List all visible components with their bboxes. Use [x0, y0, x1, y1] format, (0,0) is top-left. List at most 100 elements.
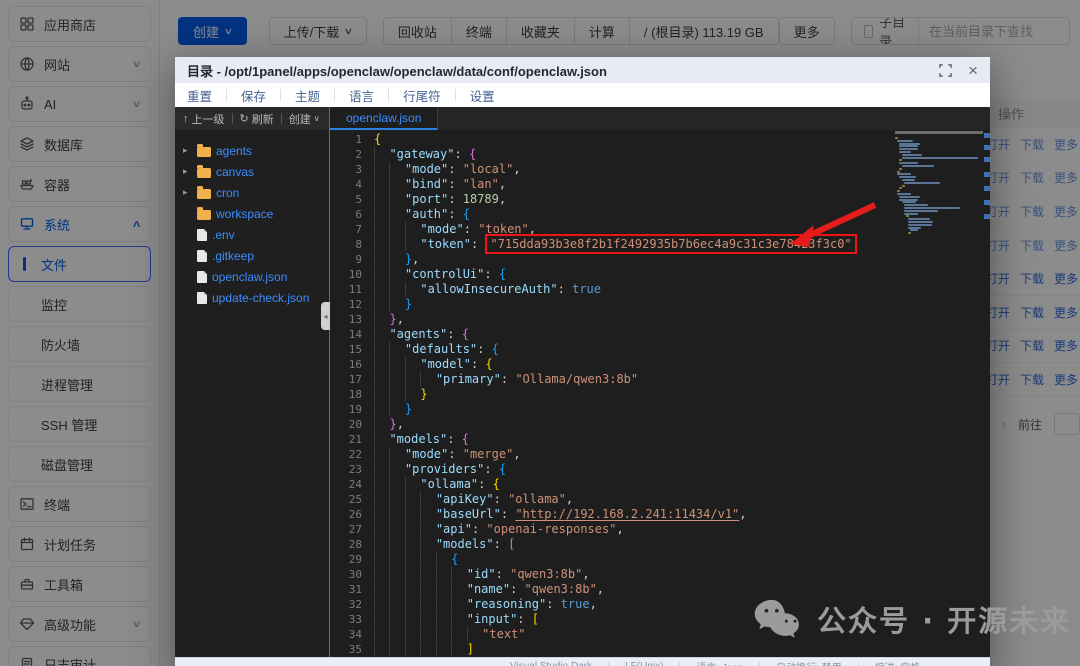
- line-number: 5: [355, 193, 362, 206]
- modal-title: 目录 - /opt/1panel/apps/openclaw/openclaw/…: [187, 63, 607, 79]
- arrow-up-icon: ↑: [183, 112, 189, 125]
- code-line: 14 "agents": {: [330, 327, 990, 342]
- status-item-4: 缩进: 空格: [875, 659, 921, 666]
- line-number: 34: [348, 628, 362, 641]
- editor-toolbar: 重置 保存 主题 语言 行尾符 设置: [175, 83, 990, 107]
- code-line: 19 }: [330, 402, 990, 417]
- line-number: 31: [348, 583, 362, 596]
- line-number: 22: [348, 448, 362, 461]
- editor-toolbar-3[interactable]: 语言: [349, 86, 374, 105]
- line-number: 6: [355, 208, 362, 221]
- tree-item-agents[interactable]: ▸ agents: [175, 140, 329, 161]
- code-line: 5 "port": 18789,: [330, 192, 990, 207]
- tree-item-.env[interactable]: .env: [175, 224, 329, 245]
- minimap[interactable]: [895, 131, 983, 235]
- line-number: 26: [348, 508, 362, 521]
- line-number: 13: [348, 313, 362, 326]
- status-item-1: LF(Unix): [625, 661, 663, 666]
- code-line: 25 "apiKey": "ollama",: [330, 492, 990, 507]
- expand-arrow-icon[interactable]: ▸: [183, 166, 192, 177]
- code-line: 31 "name": "qwen3:8b",: [330, 582, 990, 597]
- tree-item-cron[interactable]: ▸ cron: [175, 182, 329, 203]
- code-line: 24 "ollama": {: [330, 477, 990, 492]
- modal-header: 目录 - /opt/1panel/apps/openclaw/openclaw/…: [175, 57, 990, 83]
- editor-modal: 目录 - /opt/1panel/apps/openclaw/openclaw/…: [175, 57, 990, 666]
- line-number: 29: [348, 553, 362, 566]
- code-line: 18 }: [330, 387, 990, 402]
- line-number: 35: [348, 643, 362, 656]
- line-number: 9: [355, 253, 362, 266]
- tree-item-label: cron: [216, 185, 240, 200]
- line-number: 1: [355, 133, 362, 146]
- tree-item-label: .env: [212, 227, 235, 242]
- line-number: 28: [348, 538, 362, 551]
- line-number: 25: [348, 493, 362, 506]
- tree-item-label: update-check.json: [212, 290, 310, 305]
- file-icon: [197, 228, 207, 241]
- editor-status-bar: Visual Studio Dark LF(Unix) 语言: Json 自动换行: …: [175, 657, 990, 666]
- status-item-2: 语言: Json: [696, 659, 743, 666]
- code-editor[interactable]: 1{2 "gateway": {3 "mode": "local", 4 "bin…: [330, 130, 990, 657]
- code-line: 20 },: [330, 417, 990, 432]
- file-tree-panel: ↑ 上一级 ↻ 刷新 创建 ∨ ▸ agents ▸ canvas ▸ cron works…: [175, 107, 330, 657]
- editor-main: openclaw.json 1{2 "gateway": {3 "mode": …: [330, 107, 990, 657]
- tree-item-canvas[interactable]: ▸ canvas: [175, 161, 329, 182]
- line-number: 8: [355, 238, 362, 251]
- tree-create-button[interactable]: 创建 ∨: [289, 111, 320, 127]
- line-number: 33: [348, 613, 362, 626]
- expand-arrow-icon[interactable]: ▸: [183, 145, 192, 156]
- line-number: 7: [355, 223, 362, 236]
- line-number: 24: [348, 478, 362, 491]
- editor-tab-bar: openclaw.json: [330, 107, 990, 130]
- code-line: 35 ]: [330, 642, 990, 657]
- code-line: 26 "baseUrl": "http://192.168.2.241:1143…: [330, 507, 990, 522]
- code-line: 27 "api": "openai-responses",: [330, 522, 990, 537]
- line-number: 17: [348, 373, 362, 386]
- line-number: 4: [355, 178, 362, 191]
- refresh-icon: ↻: [239, 113, 249, 125]
- code-line: 12 }: [330, 297, 990, 312]
- folder-icon: [197, 185, 211, 199]
- folder-icon: [197, 143, 211, 157]
- line-number: 3: [355, 163, 362, 176]
- code-line: 33 "input": [: [330, 612, 990, 627]
- code-line: 28 "models": [: [330, 537, 990, 552]
- tree-item-.gitkeep[interactable]: .gitkeep: [175, 245, 329, 266]
- code-line: 32 "reasoning": true,: [330, 597, 990, 612]
- code-line: 11 "allowInsecureAuth": true: [330, 282, 990, 297]
- line-number: 15: [348, 343, 362, 356]
- code-line: 16 "model": {: [330, 357, 990, 372]
- line-number: 30: [348, 568, 362, 581]
- expand-arrow-icon[interactable]: ▸: [183, 187, 192, 198]
- editor-toolbar-5[interactable]: 设置: [470, 86, 495, 105]
- file-icon: [197, 270, 207, 283]
- code-line: 4 "bind": "lan",: [330, 177, 990, 192]
- line-number: 18: [348, 388, 362, 401]
- code-line: 29 {: [330, 552, 990, 567]
- tree-item-workspace[interactable]: workspace: [175, 203, 329, 224]
- fullscreen-icon[interactable]: [939, 63, 952, 77]
- editor-toolbar-0[interactable]: 重置: [187, 86, 212, 105]
- code-line: 1{: [330, 132, 990, 147]
- up-level-button[interactable]: ↑ 上一级: [183, 111, 225, 127]
- code-line: 34 "text": [330, 627, 990, 642]
- editor-toolbar-1[interactable]: 保存: [241, 86, 266, 105]
- line-number: 32: [348, 598, 362, 611]
- code-line: 6 "auth": {: [330, 207, 990, 222]
- close-icon[interactable]: ×: [968, 62, 978, 79]
- status-item-0: Visual Studio Dark: [510, 661, 592, 666]
- tab-openclaw-json[interactable]: openclaw.json: [330, 107, 439, 130]
- tree-item-label: .gitkeep: [212, 248, 255, 263]
- line-number: 10: [348, 268, 362, 281]
- code-line: 15 "defaults": {: [330, 342, 990, 357]
- status-item-3: 自动换行: 禁用: [776, 659, 842, 666]
- editor-toolbar-2[interactable]: 主题: [295, 86, 320, 105]
- panel-collapse-handle[interactable]: ◂: [321, 302, 330, 330]
- code-line: 30 "id": "qwen3:8b",: [330, 567, 990, 582]
- chevron-down-icon: ∨: [313, 114, 320, 123]
- tree-item-openclaw.json[interactable]: openclaw.json: [175, 266, 329, 287]
- editor-toolbar-4[interactable]: 行尾符: [403, 86, 441, 105]
- tree-item-update-check.json[interactable]: update-check.json: [175, 287, 329, 308]
- refresh-button[interactable]: ↻ 刷新: [240, 111, 274, 127]
- overview-ruler: [984, 130, 990, 657]
